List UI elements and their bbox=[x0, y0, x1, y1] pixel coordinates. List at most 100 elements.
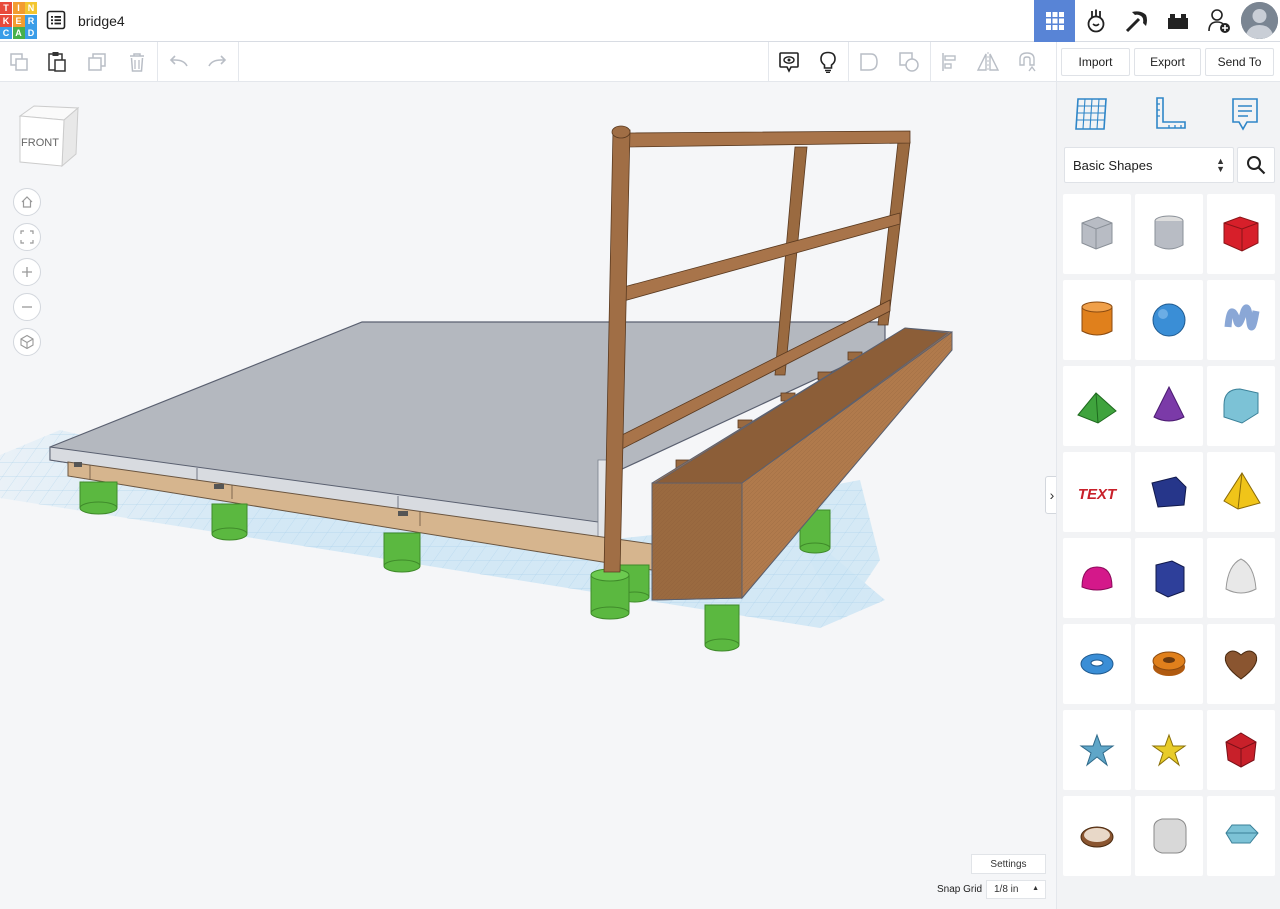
box-hole-icon bbox=[1081, 216, 1113, 250]
copy-icon bbox=[10, 53, 28, 71]
tab-workplane[interactable] bbox=[1070, 92, 1114, 136]
bricks-view-button[interactable] bbox=[1157, 0, 1198, 42]
zoom-in-button[interactable] bbox=[13, 258, 41, 286]
star-icon bbox=[1079, 733, 1115, 767]
settings-button[interactable]: Settings bbox=[971, 854, 1046, 874]
rounded-box-icon bbox=[1153, 818, 1187, 854]
cruise-button[interactable] bbox=[1008, 42, 1046, 82]
shape-diamond[interactable] bbox=[1207, 796, 1275, 876]
half-sphere-icon bbox=[1081, 566, 1113, 591]
duplicate-button[interactable] bbox=[78, 42, 116, 82]
logo-letter: N bbox=[25, 2, 37, 14]
shape-box[interactable] bbox=[1207, 194, 1275, 274]
align-button[interactable] bbox=[931, 42, 969, 82]
shape-polygon[interactable] bbox=[1135, 538, 1203, 618]
shape-rounded-box[interactable] bbox=[1135, 796, 1203, 876]
shape-search-button[interactable] bbox=[1237, 147, 1275, 183]
shape-cylinder-hole[interactable] bbox=[1135, 194, 1203, 274]
magnet-icon bbox=[1019, 52, 1036, 72]
undo-button[interactable] bbox=[160, 42, 198, 82]
mirror-icon bbox=[976, 52, 1000, 72]
invite-user-button[interactable] bbox=[1198, 0, 1239, 42]
redo-icon bbox=[208, 55, 227, 67]
diamond-icon bbox=[1225, 824, 1259, 844]
shape-paraboloid[interactable] bbox=[1207, 538, 1275, 618]
home-view-button[interactable] bbox=[13, 188, 41, 216]
show-all-icon bbox=[779, 52, 799, 73]
top-bar: T I N K E R C A D bridge4 bbox=[0, 0, 1280, 42]
snap-grid-select[interactable]: 1/8 in ▲ bbox=[986, 880, 1046, 899]
view-cube[interactable]: FRONT bbox=[14, 104, 84, 174]
group-button[interactable] bbox=[850, 42, 888, 82]
workplane-viewport[interactable]: FRONT Settings Snap Grid 1/8 in ▲ bbox=[0, 82, 1056, 909]
3d-scene[interactable] bbox=[0, 82, 1056, 909]
circuits-view-button[interactable] bbox=[1075, 0, 1116, 42]
redo-button[interactable] bbox=[198, 42, 236, 82]
shape-grid: TEXT bbox=[1063, 194, 1277, 876]
show-all-button[interactable] bbox=[770, 42, 808, 82]
shape-cone[interactable] bbox=[1135, 366, 1203, 446]
shape-torus[interactable] bbox=[1063, 624, 1131, 704]
send-to-button[interactable]: Send To bbox=[1205, 48, 1274, 76]
undo-icon bbox=[169, 55, 188, 67]
group-icon bbox=[860, 53, 878, 71]
logo-letter: D bbox=[25, 27, 37, 39]
3d-design-view-button[interactable] bbox=[1034, 0, 1075, 42]
user-avatar[interactable] bbox=[1241, 2, 1278, 39]
shape-heart[interactable] bbox=[1207, 624, 1275, 704]
shape-roof[interactable] bbox=[1063, 366, 1131, 446]
svg-text:TEXT: TEXT bbox=[1078, 486, 1118, 503]
shape-star[interactable] bbox=[1063, 710, 1131, 790]
workplane-icon bbox=[1075, 98, 1107, 130]
minus-icon bbox=[22, 306, 32, 308]
fit-view-button[interactable] bbox=[13, 223, 41, 251]
shape-sphere[interactable] bbox=[1135, 280, 1203, 360]
shape-pyramid[interactable] bbox=[1207, 452, 1275, 532]
paste-button[interactable] bbox=[38, 42, 76, 82]
align-icon bbox=[942, 53, 956, 71]
shape-text[interactable]: TEXT bbox=[1063, 452, 1131, 532]
logo-letter: K bbox=[0, 14, 12, 27]
shape-half-sphere[interactable] bbox=[1063, 538, 1131, 618]
shape-icosahedron[interactable] bbox=[1207, 710, 1275, 790]
copy-button[interactable] bbox=[0, 42, 38, 82]
shape-ring[interactable] bbox=[1063, 796, 1131, 876]
logo-letter: E bbox=[12, 14, 25, 27]
ring-icon bbox=[1080, 826, 1114, 848]
shape-tube[interactable] bbox=[1135, 624, 1203, 704]
perspective-button[interactable] bbox=[13, 328, 41, 356]
shape-wedge[interactable] bbox=[1135, 452, 1203, 532]
shape-star-gold[interactable] bbox=[1135, 710, 1203, 790]
shape-category-select[interactable]: Basic Shapes ▲ ▼ bbox=[1064, 147, 1234, 183]
edit-toolbar bbox=[0, 42, 1056, 82]
ungroup-icon bbox=[899, 52, 919, 72]
export-button[interactable]: Export bbox=[1134, 48, 1201, 76]
paste-icon bbox=[48, 52, 66, 72]
tab-ruler[interactable] bbox=[1147, 92, 1191, 136]
updown-icon: ▲ ▼ bbox=[1216, 156, 1225, 174]
shape-cylinder[interactable] bbox=[1063, 280, 1131, 360]
shapes-panel: Basic Shapes ▲ ▼ TEXT bbox=[1056, 82, 1280, 909]
minecraft-view-button[interactable] bbox=[1116, 0, 1157, 42]
tab-notes[interactable] bbox=[1223, 92, 1267, 136]
delete-button[interactable] bbox=[118, 42, 156, 82]
design-list-icon[interactable] bbox=[46, 10, 66, 30]
pyramid-icon bbox=[1223, 472, 1261, 510]
shape-box-hole[interactable] bbox=[1063, 194, 1131, 274]
tinkercad-logo[interactable]: T I N K E R C A D bbox=[0, 2, 37, 39]
note-icon bbox=[1232, 98, 1258, 131]
mirror-button[interactable] bbox=[969, 42, 1007, 82]
lightbulb-icon bbox=[820, 51, 836, 73]
notes-button[interactable] bbox=[809, 42, 847, 82]
shape-scribble[interactable] bbox=[1207, 280, 1275, 360]
view-cube-label: FRONT bbox=[21, 137, 59, 149]
pickaxe-icon bbox=[1125, 11, 1147, 33]
round-roof-icon bbox=[1223, 388, 1259, 424]
import-button[interactable]: Import bbox=[1061, 48, 1130, 76]
project-name[interactable]: bridge4 bbox=[78, 13, 125, 29]
polygon-icon bbox=[1155, 560, 1185, 598]
ungroup-button[interactable] bbox=[890, 42, 928, 82]
zoom-out-button[interactable] bbox=[13, 293, 41, 321]
shape-round-roof[interactable] bbox=[1207, 366, 1275, 446]
star-gold-icon bbox=[1151, 733, 1187, 767]
